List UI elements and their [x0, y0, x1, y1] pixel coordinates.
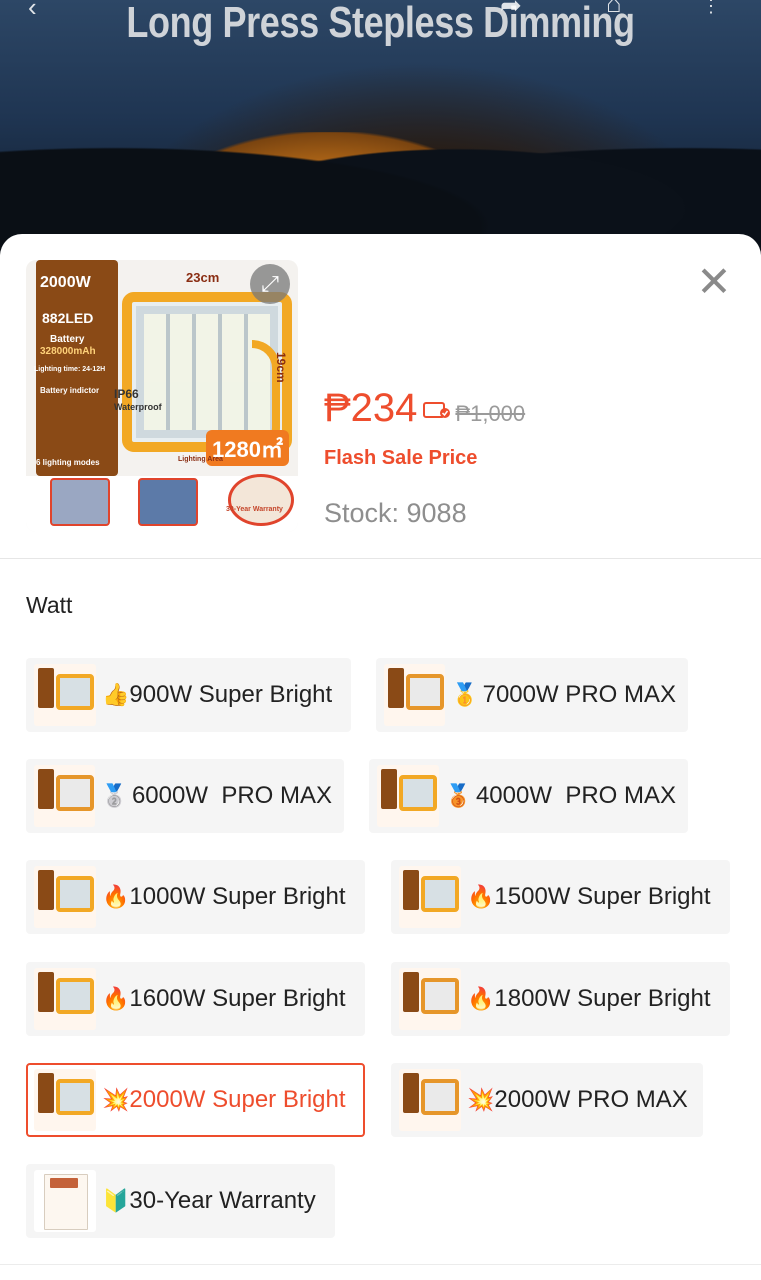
warranty-seal-text: 30-Year Warranty [226, 506, 283, 513]
option-2000w-pro-max[interactable]: 💥 2000W PRO MAX [391, 1063, 703, 1137]
option-1800w[interactable]: 🔥 1800W Super Bright [391, 962, 730, 1036]
option-label: 900W Super Bright [129, 681, 333, 708]
variation-sheet: 2000W 882LED Battery 328000mAh Lighting … [0, 234, 761, 1280]
option-label: 1500W Super Bright [494, 883, 711, 910]
option-30-year-warranty[interactable]: 🔰 30-Year Warranty [26, 1164, 335, 1238]
fire-icon: 🔥 [102, 986, 130, 1011]
mini-image-phone [50, 478, 110, 526]
option-2000w-super-bright[interactable]: 💥 2000W Super Bright [26, 1063, 365, 1137]
option-label: 1800W Super Bright [494, 985, 711, 1012]
expand-icon[interactable]: ⤢ [250, 264, 290, 304]
thumbs-up-icon: 👍 [102, 682, 130, 707]
original-price: ₱1,000 [455, 401, 526, 426]
option-thumbnail [399, 968, 461, 1030]
option-thumbnail [384, 664, 446, 726]
fire-icon: 🔥 [467, 884, 495, 909]
product-hero-image: Long Press Stepless Dimming ‹ ➦ ⌂ ⋮ [0, 0, 761, 260]
spec-modes: 6 lighting modes [36, 458, 100, 467]
option-label: 2000W PRO MAX [494, 1086, 688, 1113]
share-icon[interactable]: ➦ [500, 0, 522, 21]
option-thumbnail [399, 1069, 461, 1131]
ip-waterproof: Waterproof [114, 402, 162, 412]
variation-title: Watt [26, 592, 73, 618]
beginner-icon: 🔰 [102, 1188, 130, 1213]
back-icon[interactable]: ‹ [28, 0, 37, 23]
option-label: 7000W PRO MAX [482, 681, 676, 708]
fire-icon: 🔥 [467, 986, 495, 1011]
dim-height: 19cm [274, 352, 288, 383]
option-thumbnail [399, 866, 461, 928]
current-price: ₱234 [324, 386, 418, 430]
option-1000w[interactable]: 🔥 1000W Super Bright [26, 860, 365, 934]
bronze-medal-icon: 🥉 [444, 783, 472, 808]
option-label: 2000W Super Bright [129, 1086, 346, 1113]
silver-medal-icon: 🥈 [100, 783, 128, 808]
spec-led: 882LED [42, 310, 94, 326]
warranty-seal [228, 474, 294, 526]
ip-value: IP66 [114, 387, 139, 401]
price-row: ₱234 ₱1,000 [324, 386, 525, 431]
spec-battery: 328000mAh [40, 346, 96, 357]
flash-sale-label: Flash Sale Price [324, 447, 478, 469]
fire-icon: 🔥 [102, 884, 130, 909]
lighting-area-label: Lighting Area [178, 456, 223, 463]
option-1600w[interactable]: 🔥 1600W Super Bright [26, 962, 365, 1036]
option-label: 6000W PRO MAX [131, 782, 332, 809]
ip-rating: IP66 Waterproof [114, 388, 162, 413]
option-thumbnail [34, 866, 96, 928]
coupon-icon [423, 402, 451, 418]
cart-icon[interactable]: ⌂ [606, 0, 622, 19]
divider [0, 558, 761, 559]
option-label: 1600W Super Bright [129, 985, 346, 1012]
option-thumbnail [377, 765, 439, 827]
collision-icon: 💥 [467, 1087, 495, 1112]
option-6000w[interactable]: 🥈 6000W PRO MAX [26, 759, 344, 833]
option-thumbnail [34, 1069, 96, 1131]
option-1500w[interactable]: 🔥 1500W Super Bright [391, 860, 730, 934]
close-icon[interactable]: ✕ [692, 261, 736, 306]
option-label: 1000W Super Bright [129, 883, 346, 910]
collision-icon: 💥 [102, 1087, 130, 1112]
option-thumbnail [34, 664, 96, 726]
spec-battery-title: Battery [50, 334, 85, 345]
more-icon[interactable]: ⋮ [702, 0, 720, 17]
gold-medal-icon: 🥇 [451, 682, 479, 707]
spec-lighting-time: Lighting time: 24-12H [34, 366, 106, 373]
option-label: 4000W PRO MAX [475, 782, 676, 809]
option-7000w[interactable]: 🥇 7000W PRO MAX [376, 658, 688, 732]
product-thumbnail[interactable]: 2000W 882LED Battery 328000mAh Lighting … [26, 260, 298, 532]
option-900w[interactable]: 👍 900W Super Bright [26, 658, 351, 732]
mini-image-solar [138, 478, 198, 526]
dim-width: 23cm [186, 270, 220, 285]
bottom-divider [0, 1264, 761, 1265]
option-thumbnail [34, 1170, 96, 1232]
option-thumbnail [34, 765, 95, 827]
option-thumbnail [34, 968, 96, 1030]
spec-battery-indicator: Battery indictor [40, 386, 100, 395]
stock-count: Stock: 9088 [324, 498, 467, 528]
hero-title: Long Press Stepless Dimming [126, 0, 635, 47]
option-4000w[interactable]: 🥉 4000W PRO MAX [369, 759, 688, 833]
spec-watt: 2000W [40, 274, 91, 291]
option-label: 30-Year Warranty [129, 1187, 316, 1214]
